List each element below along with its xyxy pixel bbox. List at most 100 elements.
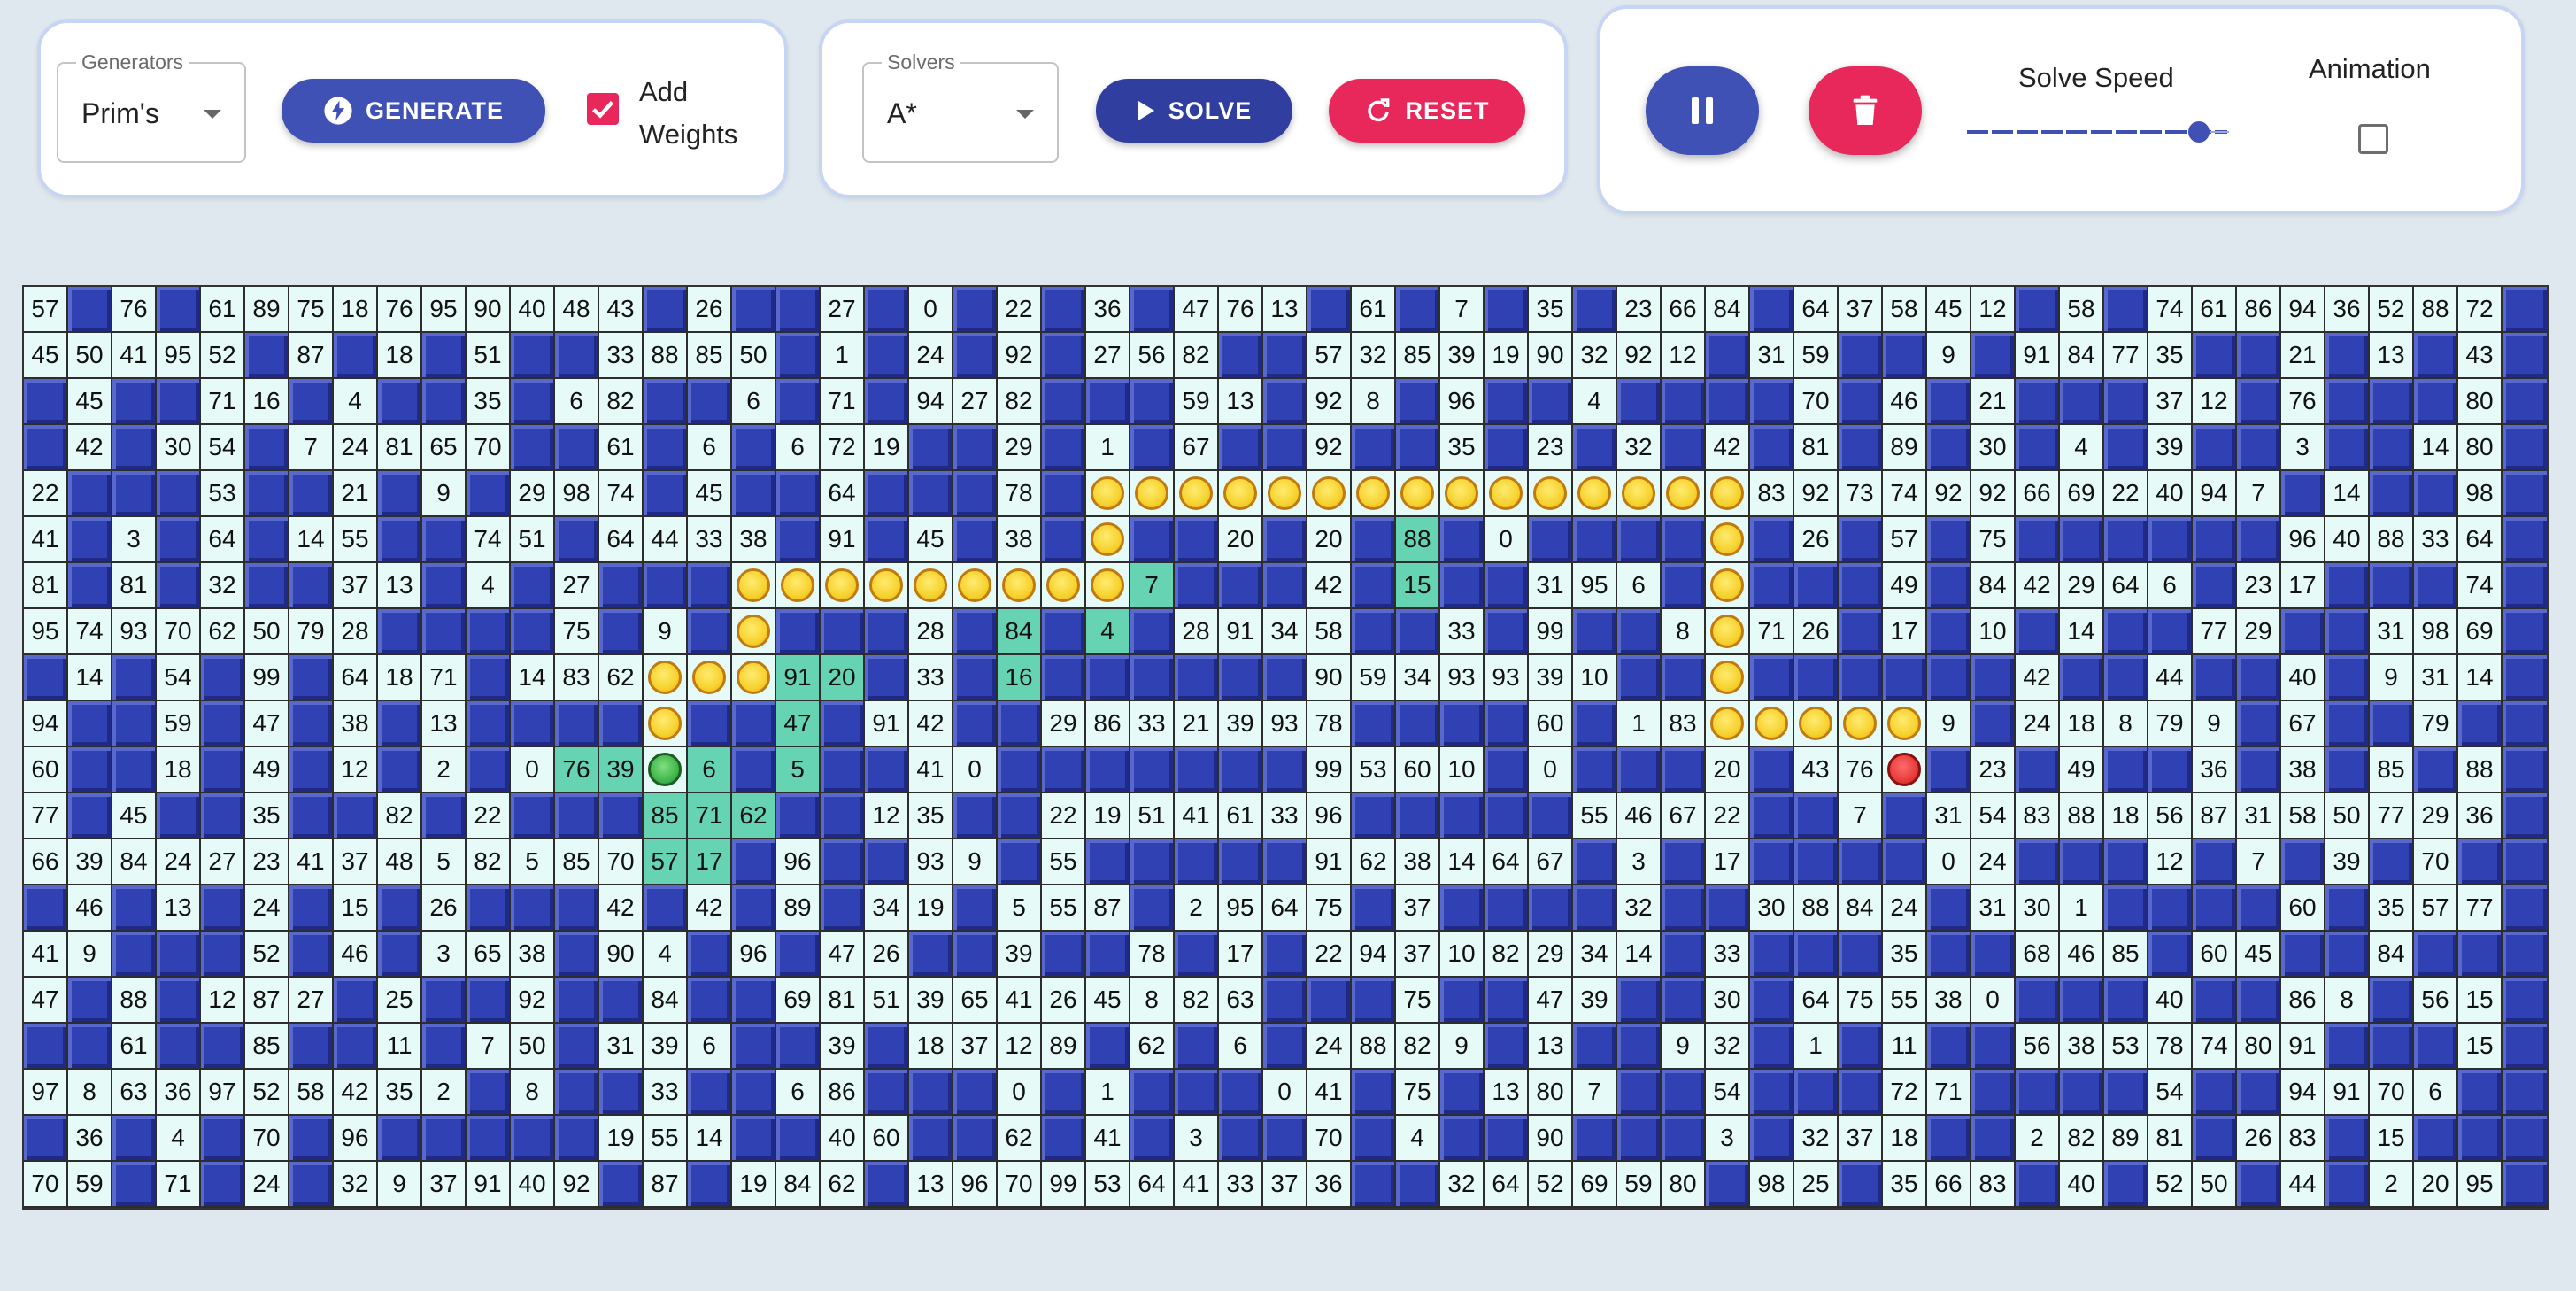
visited-cell[interactable]: 88 [1396, 517, 1440, 563]
weight-cell[interactable]: 13 [1529, 1024, 1573, 1070]
weight-cell[interactable]: 95 [157, 333, 201, 379]
wall-cell[interactable] [1573, 839, 1617, 885]
weight-cell[interactable]: 88 [2060, 793, 2104, 839]
wall-cell[interactable] [2104, 978, 2148, 1024]
weight-cell[interactable]: 46 [68, 885, 112, 932]
weight-cell[interactable]: 77 [2370, 793, 2414, 839]
wall-cell[interactable] [1617, 1116, 1662, 1162]
weight-cell[interactable]: 9 [644, 609, 688, 655]
weight-cell[interactable]: 26 [688, 287, 732, 333]
weight-cell[interactable]: 22 [2104, 471, 2148, 517]
weight-cell[interactable]: 84 [1839, 885, 1883, 932]
wall-cell[interactable] [953, 932, 998, 978]
weight-cell[interactable]: 12 [201, 978, 245, 1024]
wall-cell[interactable] [688, 609, 732, 655]
wall-cell[interactable] [644, 563, 688, 609]
weight-cell[interactable]: 1 [2060, 885, 2104, 932]
wall-cell[interactable] [555, 425, 599, 471]
weight-cell[interactable]: 67 [1529, 839, 1573, 885]
wall-cell[interactable] [2193, 333, 2237, 379]
wall-cell[interactable] [1750, 1024, 1794, 1070]
visited-cell[interactable]: 76 [555, 747, 599, 793]
weight-cell[interactable]: 34 [1396, 655, 1440, 701]
weight-cell[interactable]: 18 [334, 287, 378, 333]
weight-cell[interactable]: 1 [1794, 1024, 1839, 1070]
wall-cell[interactable] [157, 793, 201, 839]
wall-cell[interactable] [732, 701, 776, 747]
wall-cell[interactable] [378, 885, 422, 932]
weight-cell[interactable]: 18 [909, 1024, 953, 1070]
weight-cell[interactable]: 46 [2060, 932, 2104, 978]
weight-cell[interactable]: 15 [2458, 978, 2503, 1024]
weight-cell[interactable]: 47 [245, 701, 289, 747]
weight-cell[interactable]: 85 [688, 333, 732, 379]
wall-cell[interactable] [2104, 609, 2148, 655]
weight-cell[interactable]: 0 [511, 747, 555, 793]
wall-cell[interactable] [776, 1116, 821, 1162]
wall-cell[interactable] [2325, 747, 2370, 793]
weight-cell[interactable]: 59 [1794, 333, 1839, 379]
weight-cell[interactable]: 33 [2414, 517, 2458, 563]
wall-cell[interactable] [2503, 379, 2547, 425]
wall-cell[interactable] [1750, 1070, 1794, 1116]
wall-cell[interactable] [2193, 1070, 2237, 1116]
weight-cell[interactable]: 41 [24, 517, 68, 563]
weight-cell[interactable]: 44 [2281, 1162, 2325, 1208]
wall-cell[interactable] [776, 793, 821, 839]
wall-cell[interactable] [1927, 563, 1971, 609]
weight-cell[interactable]: 99 [1042, 1162, 1086, 1208]
wall-cell[interactable] [1617, 747, 1662, 793]
wall-cell[interactable] [1883, 839, 1927, 885]
path-cell[interactable] [1086, 517, 1130, 563]
wall-cell[interactable] [1617, 517, 1662, 563]
path-cell[interactable] [644, 655, 688, 701]
weight-cell[interactable]: 29 [1042, 701, 1086, 747]
weight-cell[interactable]: 56 [2414, 978, 2458, 1024]
wall-cell[interactable] [1440, 1070, 1485, 1116]
weight-cell[interactable]: 27 [201, 839, 245, 885]
wall-cell[interactable] [378, 517, 422, 563]
weight-cell[interactable]: 50 [511, 1024, 555, 1070]
wall-cell[interactable] [555, 793, 599, 839]
wall-cell[interactable] [732, 1024, 776, 1070]
weight-cell[interactable]: 27 [953, 379, 998, 425]
wall-cell[interactable] [334, 793, 378, 839]
weight-cell[interactable]: 45 [68, 379, 112, 425]
wall-cell[interactable] [1263, 932, 1307, 978]
weight-cell[interactable]: 30 [1706, 978, 1750, 1024]
path-cell[interactable] [1307, 471, 1352, 517]
wall-cell[interactable] [1086, 839, 1130, 885]
wall-cell[interactable] [688, 563, 732, 609]
weight-cell[interactable]: 78 [1130, 932, 1175, 978]
wall-cell[interactable] [1219, 1070, 1263, 1116]
weight-cell[interactable]: 29 [998, 425, 1042, 471]
pause-button[interactable] [1646, 66, 1759, 155]
wall-cell[interactable] [2503, 747, 2547, 793]
weight-cell[interactable]: 69 [1573, 1162, 1617, 1208]
wall-cell[interactable] [555, 701, 599, 747]
path-cell[interactable] [688, 655, 732, 701]
weight-cell[interactable]: 95 [24, 609, 68, 655]
wall-cell[interactable] [1086, 932, 1130, 978]
weight-cell[interactable]: 53 [1086, 1162, 1130, 1208]
wall-cell[interactable] [776, 1024, 821, 1070]
weight-cell[interactable]: 36 [1086, 287, 1130, 333]
weight-cell[interactable]: 26 [1794, 517, 1839, 563]
path-cell[interactable] [1706, 609, 1750, 655]
weight-cell[interactable]: 90 [1307, 655, 1352, 701]
weight-cell[interactable]: 90 [1529, 333, 1573, 379]
weight-cell[interactable]: 36 [157, 1070, 201, 1116]
weight-cell[interactable]: 57 [2414, 885, 2458, 932]
wall-cell[interactable] [2237, 1070, 2281, 1116]
weight-cell[interactable]: 70 [1307, 1116, 1352, 1162]
wall-cell[interactable] [112, 471, 157, 517]
wall-cell[interactable] [1617, 609, 1662, 655]
weight-cell[interactable]: 35 [245, 793, 289, 839]
visited-cell[interactable]: 15 [1396, 563, 1440, 609]
wall-cell[interactable] [289, 471, 334, 517]
wall-cell[interactable] [2458, 701, 2503, 747]
weight-cell[interactable]: 80 [2458, 425, 2503, 471]
wall-cell[interactable] [2370, 563, 2414, 609]
weight-cell[interactable]: 64 [2104, 563, 2148, 609]
weight-cell[interactable]: 38 [732, 517, 776, 563]
